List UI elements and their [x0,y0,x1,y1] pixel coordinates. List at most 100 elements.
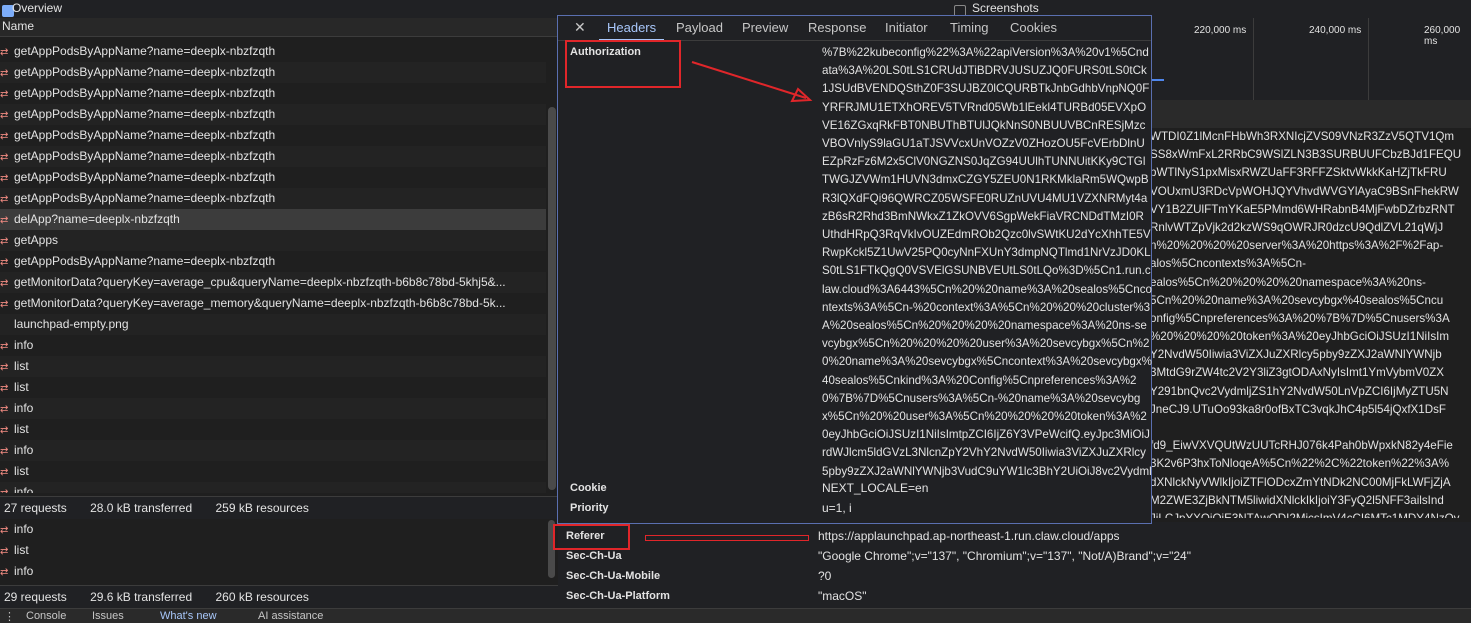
request-row[interactable]: ⇄ info [0,440,546,461]
xhr-icon: ⇄ [0,110,9,121]
xhr-icon: ⇄ [0,152,9,163]
request-name: list [14,422,29,436]
request-name: list [14,359,29,373]
request-row[interactable]: ⇄ list [0,419,546,440]
timeline-gridline [1253,18,1254,100]
request-row[interactable]: ⇄ getAppPodsByAppName?name=deeplx-nbzfzqt… [0,251,546,272]
overflow-line: Y291bnQvc2VydmljZS1hY2NvdW50LnVpZCI6IjMy… [1150,384,1449,398]
request-name: info [14,338,34,352]
request-name: getAppPodsByAppName?name=deeplx-nbzfzqth [14,44,276,58]
tab-response[interactable]: Response [808,20,867,35]
request-row[interactable]: ⇄ info [0,561,546,582]
overflow-line: VY1B2ZUlFTmYKaE5PMmd6WHRabnB4MjFwbDZrbzR… [1150,202,1455,216]
header-value: "Google Chrome";v="137", "Chromium";v="1… [818,549,1191,563]
request-row[interactable]: ⇄ info [0,398,546,419]
request-row[interactable]: ⇄ getApps [0,230,546,251]
request-row[interactable]: ⇄ getAppPodsByAppName?name=deeplx-nbzfzqt… [0,188,546,209]
tab-payload[interactable]: Payload [676,20,723,35]
screenshots-label: Screenshots [972,1,1039,15]
timeline-bar [1150,79,1164,81]
overflow-line: SS8xWmFxL2RRbC9WSlZLN3B3SURBUUFCbzBJd1FE… [1150,148,1462,162]
request-row[interactable]: ⇄ delApp?name=deeplx-nbzfzqth [0,209,546,230]
overflow-line: WTDI0Z1lMcnFHbWh3RXNIcjZVS09VNzR3ZzV5QTV… [1150,130,1455,143]
priority-key: Priority [570,502,609,514]
overflow-line: ealos%5Cn%20%20%20%20namespace%3A%20ns- [1150,275,1426,289]
name-column-header[interactable]: Name [0,18,558,37]
request-row[interactable]: ⇄ getAppPodsByAppName?name=deeplx-nbzfzqt… [0,125,546,146]
request-name: list [14,543,29,557]
tab-headers[interactable]: Headers [598,20,665,41]
authorization-value: %7B%22kubeconfig%22%3A%22apiVersion%3A%2… [822,46,1152,484]
request-name: info [14,443,34,457]
request-row[interactable]: ⇄ info [0,335,546,356]
xhr-icon: ⇄ [0,47,9,58]
request-name: getAppPodsByAppName?name=deeplx-nbzfzqth [14,65,276,79]
request-row[interactable]: ⇄ list [0,461,546,482]
overview-label: Overview [12,1,63,15]
xhr-icon: ⇄ [0,215,9,226]
tab-timing[interactable]: Timing [950,20,989,35]
request-name: getMonitorData?queryKey=average_cpu&quer… [14,275,506,289]
xhr-icon: ⇄ [0,131,9,142]
arrow-icon [691,61,813,103]
header-key: Sec-Ch-Ua [566,550,622,562]
request-row[interactable]: ⇄ info [0,519,546,540]
more-menu-icon[interactable]: ⋮ [4,610,15,623]
referer-highlight-box [553,524,630,550]
request-name: getAppPodsByAppName?name=deeplx-nbzfzqth [14,170,276,184]
request-row[interactable]: ⇄ getAppPodsByAppName?name=deeplx-nbzfzqt… [0,62,546,83]
overflow-line: %20%20%20%20token%3A%20eyJhbGciOiJSUzI1N… [1150,330,1450,344]
overflow-line: JneCJ9.UTuOo93ka8r0ofBxTC3vqkJhC4p5l54jQ… [1150,402,1446,416]
request-row[interactable]: ⇄ list [0,377,546,398]
detail-tabs: ✕ Headers Payload Preview Response Initi… [558,16,1151,41]
request-name: getAppPodsByAppName?name=deeplx-nbzfzqth [14,191,276,205]
request-name: getAppPodsByAppName?name=deeplx-nbzfzqth [14,149,276,163]
request-name: info [14,485,34,493]
overflow-line: 3MtdG9rZW4tc2V2Y3liZ3gtODAxNyIsImt1YmVyb… [1150,366,1444,380]
xhr-icon: ⇄ [0,425,9,436]
request-row[interactable]: ⇄ getAppPodsByAppName?name=deeplx-nbzfzqt… [0,83,546,104]
request-row[interactable]: ⇄ list [0,356,546,377]
request-row[interactable]: ⇄ list [0,540,546,561]
request-row[interactable]: ⇄ getMonitorData?queryKey=average_cpu&que… [0,272,546,293]
header-value: ?0 [818,569,832,583]
xhr-icon: ⇄ [0,404,9,415]
request-name: list [14,464,29,478]
background-request-list: ⇄ info ⇄ list ⇄ info [0,519,558,583]
bg-resources-size: 260 kB resources [215,590,309,604]
waterfall-row [1150,100,1471,128]
overflow-line: pWTlNyS1pxMisxRWZUaFF3RFFZSktvWkkKaHZjTk… [1150,166,1447,180]
drawer-tab-ai-assistance[interactable]: AI assistance [258,610,323,622]
xhr-icon: ⇄ [0,341,9,352]
request-row[interactable]: ⇄ getMonitorData?queryKey=average_memory&… [0,293,546,314]
authorization-highlight-box [565,40,681,88]
request-row[interactable]: ⇄ info [0,482,546,493]
xhr-icon: ⇄ [0,483,8,493]
xhr-icon: ⇄ [0,567,9,578]
overflow-line: alos%5Cncontexts%3A%5Cn- [1150,257,1306,271]
drawer-tab-issues[interactable]: Issues [92,610,124,622]
tab-cookies[interactable]: Cookies [1010,20,1057,35]
overflow-line: VOUxmU3RDcVpWOHJQYVhvdWVGYlAyaC9BSnFhekR… [1150,184,1459,198]
header-key: Sec-Ch-Ua-Mobile [566,570,661,582]
request-row[interactable]: launchpad-empty.png [0,314,546,335]
tab-preview[interactable]: Preview [742,20,788,35]
drawer-tab-whats-new[interactable]: What's new [160,610,217,622]
bg-requests-count: 29 requests [4,590,67,604]
xhr-icon: ⇄ [0,546,9,557]
tab-initiator[interactable]: Initiator [885,20,928,35]
overflow-line: JiLCJpYXQiOjE3NTAwODI2MjcsImV4cCI6MTc1MD… [1150,510,1471,518]
xhr-icon: ⇄ [0,173,9,184]
request-row[interactable]: ⇄ getAppPodsByAppName?name=deeplx-nbzfzqt… [0,167,546,188]
close-icon[interactable]: ✕ [574,19,586,36]
timeline-tick: 240,000 ms [1309,25,1362,36]
overflow-line: dXNlckNyVWlkIjoiZTFlODcxZmYtNDk2NC00MjFk… [1150,475,1451,489]
header-value: "macOS" [818,589,867,603]
drawer-tab-console[interactable]: Console [26,610,66,622]
xhr-icon: ⇄ [0,236,9,247]
request-row[interactable]: ⇄ getAppPodsByAppName?name=deeplx-nbzfzqt… [0,41,546,62]
request-name: launchpad-empty.png [14,317,129,331]
request-row[interactable]: ⇄ getAppPodsByAppName?name=deeplx-nbzfzqt… [0,104,546,125]
request-list-scrollbar[interactable] [548,107,556,490]
request-row[interactable]: ⇄ getAppPodsByAppName?name=deeplx-nbzfzqt… [0,146,546,167]
